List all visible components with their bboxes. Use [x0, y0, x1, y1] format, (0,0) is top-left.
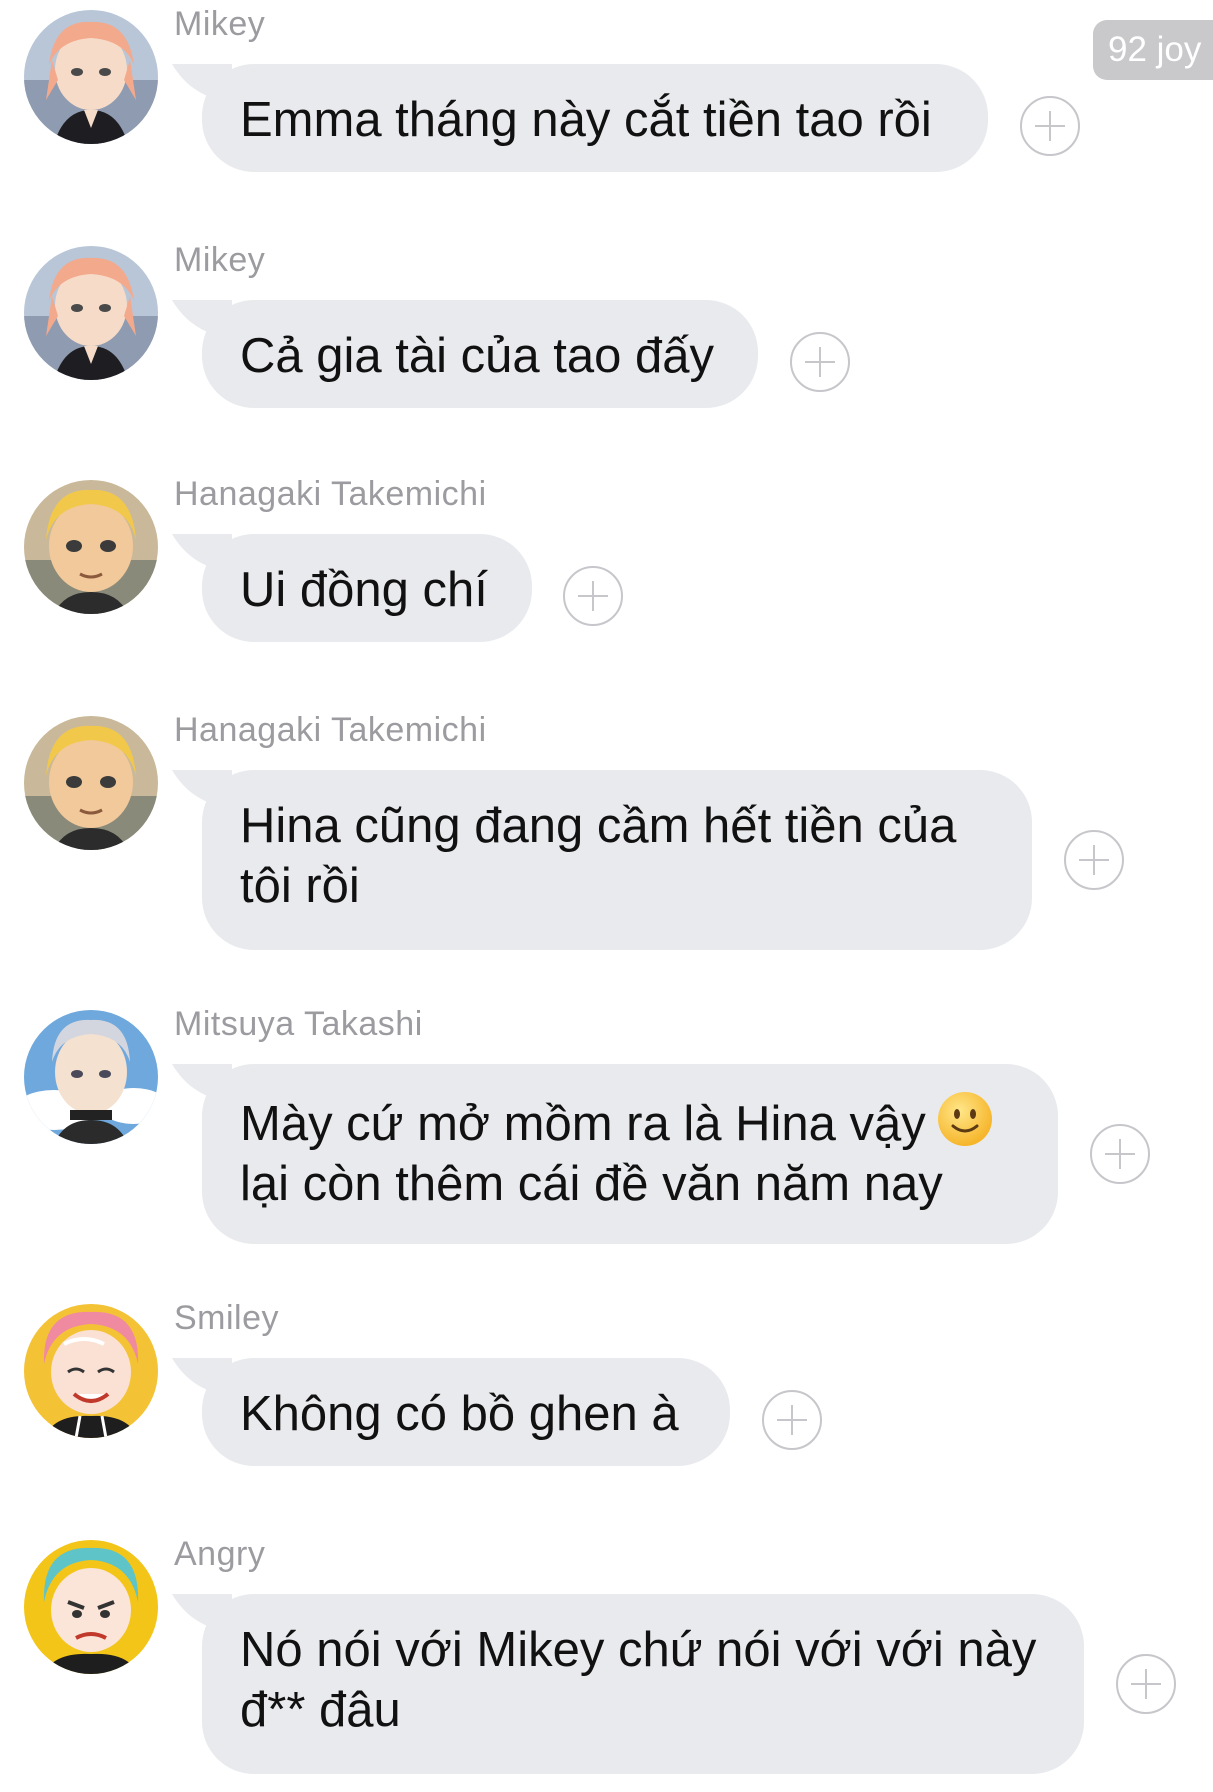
- message-bubble[interactable]: Nó nói với Mikey chứ nói với với này đ**…: [172, 1594, 1084, 1774]
- message-text-line: tôi rồi: [240, 859, 360, 913]
- message-text-line: lại còn thêm cái đề văn năm nay: [240, 1157, 943, 1211]
- joy-count-badge: 92 joy: [1093, 20, 1213, 80]
- slightly-smiling-face-emoji: [937, 1092, 992, 1146]
- sender-name: Mikey: [174, 5, 266, 43]
- add-reaction-icon[interactable]: [563, 566, 623, 626]
- message-text-line: Nó nói với Mikey chứ nói với với này: [240, 1623, 1037, 1677]
- message-text-line: Hina cũng đang cầm hết tiền của: [240, 799, 957, 853]
- mitsuya-avatar[interactable]: [24, 1010, 158, 1144]
- message-bubble[interactable]: Emma tháng này cắt tiền tao rồi: [172, 64, 988, 172]
- add-reaction-icon[interactable]: [762, 1390, 822, 1450]
- message-text: Emma tháng này cắt tiền tao rồi: [240, 93, 932, 147]
- mikey-avatar[interactable]: [24, 10, 158, 144]
- mikey-avatar[interactable]: [24, 246, 158, 380]
- message-text-line: đ** đâu: [240, 1683, 401, 1737]
- add-reaction-icon[interactable]: [1064, 830, 1124, 890]
- smiley-avatar[interactable]: [24, 1304, 158, 1438]
- message-text: Mày cứ mở mồm ra là Hina vậy: [240, 1097, 926, 1151]
- message-text-line: Mày cứ mở mồm ra là Hina vậy: [240, 1090, 1020, 1154]
- message-text: Không có bồ ghen à: [240, 1387, 679, 1441]
- message-bubble[interactable]: Mày cứ mở mồm ra là Hina vậy lại còn thê…: [172, 1064, 1058, 1244]
- sender-name: Angry: [174, 1535, 266, 1573]
- message-bubble[interactable]: Ui đồng chí: [172, 534, 532, 642]
- add-reaction-icon[interactable]: [1020, 96, 1080, 156]
- add-reaction-icon[interactable]: [790, 332, 850, 392]
- sender-name: Hanagaki Takemichi: [174, 475, 487, 513]
- takemichi-avatar[interactable]: [24, 480, 158, 614]
- message-bubble[interactable]: Hina cũng đang cầm hết tiền của tôi rồi: [172, 770, 1032, 950]
- sender-name: Smiley: [174, 1299, 280, 1337]
- takemichi-avatar[interactable]: [24, 716, 158, 850]
- message-bubble[interactable]: Cả gia tài của tao đấy: [172, 300, 758, 408]
- add-reaction-icon[interactable]: [1090, 1124, 1150, 1184]
- message-text: Ui đồng chí: [240, 563, 488, 617]
- message-bubble[interactable]: Không có bồ ghen à: [172, 1358, 730, 1466]
- sender-name: Hanagaki Takemichi: [174, 711, 487, 749]
- sender-name: Mikey: [174, 241, 266, 279]
- angry-avatar[interactable]: [24, 1540, 158, 1674]
- message-text: Cả gia tài của tao đấy: [240, 329, 714, 383]
- add-reaction-icon[interactable]: [1116, 1654, 1176, 1714]
- sender-name: Mitsuya Takashi: [174, 1005, 423, 1043]
